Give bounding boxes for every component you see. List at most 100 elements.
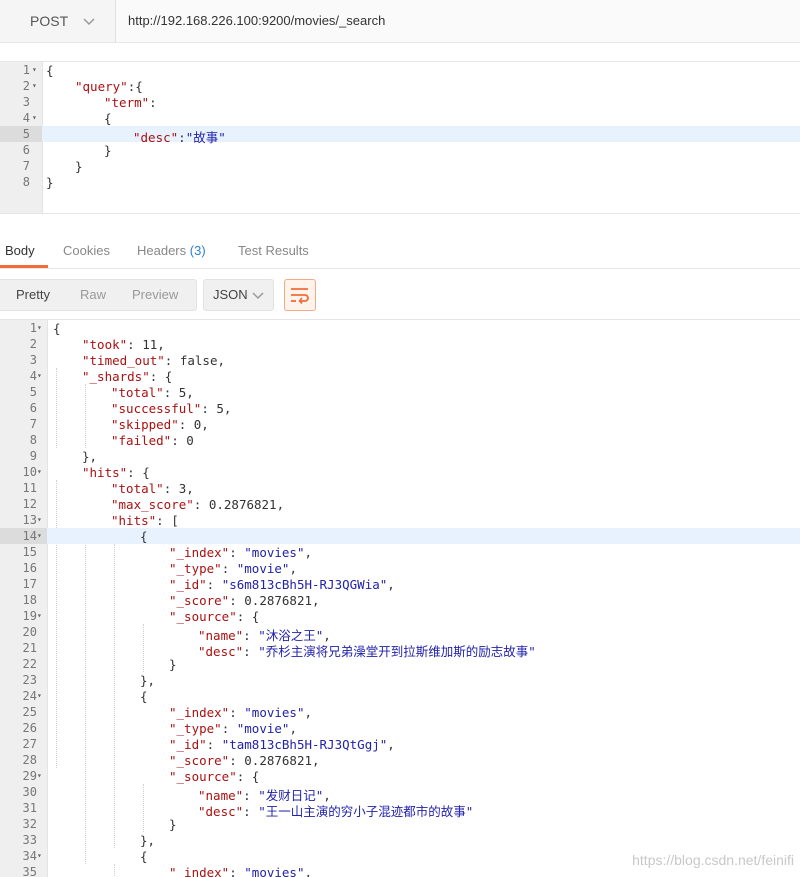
json-string: "movies" [244, 865, 305, 877]
code-text: } [46, 175, 54, 190]
line-number: 26 [22, 721, 37, 735]
fold-arrow-icon[interactable]: ▾ [32, 81, 37, 90]
line-number: 9 [29, 449, 37, 463]
indent-guide [114, 544, 115, 848]
code-text: { [140, 689, 148, 704]
code-text: "_score": 0.2876821, [169, 593, 320, 608]
code-punct: : [178, 130, 186, 145]
code-text: "query":{ [75, 79, 143, 94]
json-string: "乔杉主演将兄弟澡堂开到拉斯维加斯的励志故事" [258, 644, 536, 659]
code-punct: }, [140, 833, 156, 848]
code-punct: : [206, 737, 222, 752]
code-punct: : [206, 577, 222, 592]
code-punct: : [229, 545, 245, 560]
code-punct: : { [236, 609, 260, 624]
code-punct: : 0.2876821, [193, 497, 285, 512]
line-number: 24 [22, 689, 37, 703]
code-text: } [169, 817, 177, 832]
code-punct: { [46, 63, 54, 78]
response-tabs: Body Cookies Headers (3) Test Results [0, 226, 800, 269]
headers-count-badge: (3) [189, 243, 206, 258]
json-string: "movies" [244, 705, 305, 720]
indent-guide [143, 624, 144, 672]
fold-arrow-icon[interactable]: ▾ [37, 371, 42, 380]
tab-test-results[interactable]: Test Results [238, 243, 309, 258]
json-string: "movie" [236, 561, 290, 576]
chevron-down-icon [83, 18, 95, 26]
fold-arrow-icon[interactable]: ▾ [37, 467, 42, 476]
pretty-button[interactable]: Pretty [16, 287, 50, 302]
fold-arrow-icon[interactable]: ▾ [37, 771, 42, 780]
fold-arrow-icon[interactable]: ▾ [37, 323, 42, 332]
url-input[interactable]: http://192.168.226.100:9200/movies/_sear… [128, 13, 385, 28]
json-string: "movies" [244, 545, 305, 560]
line-number: 35 [22, 865, 37, 877]
json-key: "failed" [111, 433, 172, 448]
fold-arrow-icon[interactable]: ▾ [32, 65, 37, 74]
code-punct: : [229, 865, 245, 877]
json-key: "_source" [169, 769, 237, 784]
line-number: 32 [22, 817, 37, 831]
code-text: "desc": "乔杉主演将兄弟澡堂开到拉斯维加斯的励志故事" [198, 641, 536, 660]
method-dropdown[interactable]: POST [0, 0, 116, 42]
code-punct: , [387, 737, 395, 752]
line-number: 6 [29, 401, 37, 415]
code-text: "_source": { [169, 609, 259, 624]
json-key: "_score" [169, 593, 230, 608]
wrap-lines-button[interactable] [284, 279, 316, 311]
code-punct: : [243, 644, 259, 659]
code-punct: : { [127, 465, 150, 480]
json-key: "total" [111, 481, 164, 496]
fold-arrow-icon[interactable]: ▾ [37, 691, 42, 700]
line-number: 2 [22, 79, 30, 93]
tab-cookies[interactable]: Cookies [63, 243, 110, 258]
format-type-select[interactable]: JSON [203, 279, 274, 311]
line-number: 8 [29, 433, 37, 447]
json-key: "successful" [111, 401, 202, 416]
json-key: "_type" [169, 721, 222, 736]
code-punct: { [140, 529, 148, 544]
line-number: 3 [22, 95, 30, 109]
code-punct: } [75, 159, 83, 174]
raw-button[interactable]: Raw [80, 287, 106, 302]
fold-arrow-icon[interactable]: ▾ [37, 515, 42, 524]
line-number: 14 [22, 529, 37, 543]
response-body-viewer[interactable]: 1 ▾{2 "took": 11, 3 "timed_out": false, 4 ▾ "_s… [0, 320, 800, 877]
tab-headers-label: Headers [137, 243, 187, 258]
indent-guide [85, 384, 86, 448]
fold-arrow-icon[interactable]: ▾ [37, 531, 42, 540]
code-text: "_score": 0.2876821, [169, 753, 320, 768]
preview-button[interactable]: Preview [132, 287, 178, 302]
json-key: "took" [82, 337, 128, 352]
code-text: "_shards": { [82, 369, 172, 384]
code-punct: , [289, 721, 297, 736]
code-punct: : 0, [178, 417, 209, 432]
line-number: 28 [22, 753, 37, 767]
fold-arrow-icon[interactable]: ▾ [37, 611, 42, 620]
line-number: 4 [29, 369, 37, 383]
code-text: "desc":"故事" [133, 127, 226, 146]
line-number: 19 [22, 609, 37, 623]
line-number: 12 [22, 497, 37, 511]
line-number: 25 [22, 705, 37, 719]
line-number: 17 [22, 577, 37, 591]
code-punct: } [46, 175, 54, 190]
format-type-label: JSON [213, 287, 248, 302]
fold-arrow-icon[interactable]: ▾ [32, 113, 37, 122]
request-body-editor[interactable]: 1 ▾{2 ▾ "query":{3 "term": 4 ▾{5 "desc":"故事" 6} 7… [0, 61, 800, 214]
code-punct: : [ [156, 513, 179, 528]
fold-arrow-icon[interactable]: ▾ [37, 851, 42, 860]
json-string: "s6m813cBh5H-RJ3QGWia" [221, 577, 388, 592]
format-toolbar: Pretty Raw Preview JSON [0, 268, 800, 320]
code-text: "desc": "王一山主演的穷小子混迹都市的故事" [198, 801, 473, 820]
code-text: "successful": 5, [111, 401, 231, 416]
line-number: 30 [22, 785, 37, 799]
tab-body[interactable]: Body [5, 243, 35, 258]
line-number: 2 [29, 337, 37, 351]
line-number: 15 [22, 545, 37, 559]
line-number: 31 [22, 801, 37, 815]
code-punct: , [304, 545, 313, 560]
tab-headers[interactable]: Headers (3) [137, 243, 206, 258]
method-label: POST [30, 13, 69, 29]
line-number: 18 [22, 593, 37, 607]
